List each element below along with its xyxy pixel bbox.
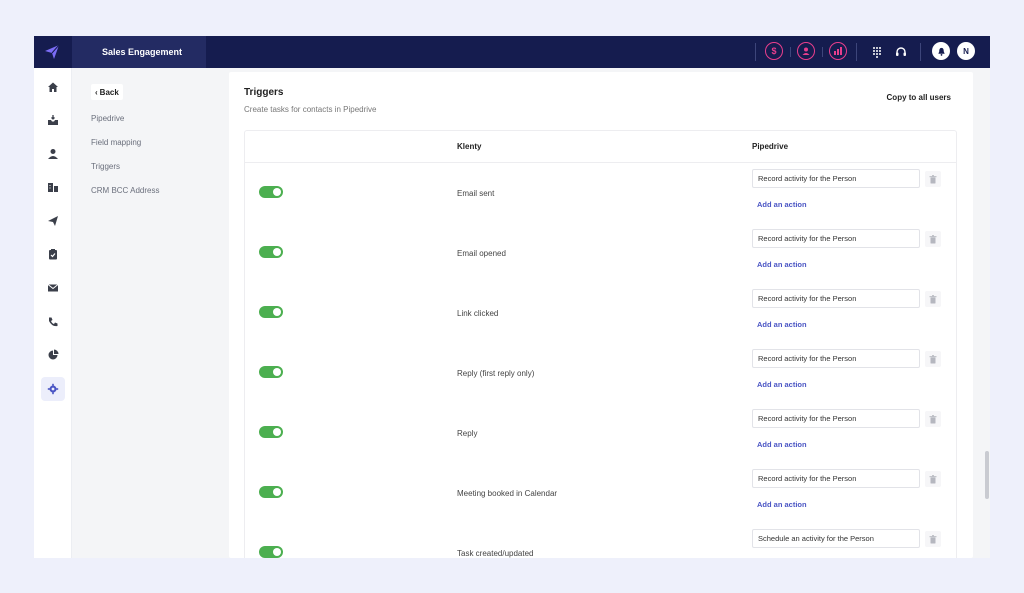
person-icon[interactable] <box>41 142 65 166</box>
buildings-icon[interactable] <box>41 175 65 199</box>
inbox-icon[interactable] <box>41 108 65 132</box>
scrollbar[interactable] <box>984 68 990 558</box>
add-action-link[interactable]: Add an action <box>757 500 807 509</box>
trigger-label: Link clicked <box>457 309 499 318</box>
submenu-item-pipedrive[interactable]: Pipedrive <box>91 114 124 123</box>
settings-submenu: ‹ Back Pipedrive Field mapping Triggers … <box>72 68 229 558</box>
trigger-toggle[interactable] <box>259 546 283 558</box>
divider <box>755 43 756 61</box>
trash-icon[interactable] <box>925 471 941 487</box>
avatar[interactable]: N <box>957 42 975 60</box>
add-action-link[interactable]: Add an action <box>757 200 807 209</box>
dialpad-icon[interactable] <box>870 44 884 60</box>
toggle-knob <box>273 248 281 256</box>
toggle-knob <box>273 488 281 496</box>
bell-icon[interactable] <box>932 42 950 60</box>
copy-to-all-users-button[interactable]: Copy to all users <box>880 87 957 107</box>
trigger-toggle[interactable] <box>259 486 283 498</box>
gear-icon[interactable] <box>41 377 65 401</box>
phone-icon[interactable] <box>41 310 65 334</box>
trash-icon[interactable] <box>925 351 941 367</box>
pipedrive-action-select[interactable]: Schedule an activity for the Person <box>752 529 920 548</box>
send-icon[interactable] <box>41 209 65 233</box>
trigger-toggle[interactable] <box>259 366 283 378</box>
triggers-panel: Triggers Create tasks for contacts in Pi… <box>229 72 973 558</box>
trash-icon[interactable] <box>925 531 941 547</box>
trigger-label: Email opened <box>457 249 506 258</box>
table-row: Email opened Record activity for the Pers… <box>245 223 956 283</box>
trigger-label: Reply <box>457 429 478 438</box>
divider <box>822 47 823 57</box>
divider <box>856 43 857 61</box>
pipedrive-action-select[interactable]: Record activity for the Person <box>752 349 920 368</box>
pipedrive-action-select[interactable]: Record activity for the Person <box>752 229 920 248</box>
nav-rail <box>34 68 72 558</box>
trigger-toggle[interactable] <box>259 426 283 438</box>
submenu-item-crm-bcc[interactable]: CRM BCC Address <box>91 186 159 195</box>
add-action-link[interactable]: Add an action <box>757 320 807 329</box>
top-bar: Sales Engagement $ N <box>34 36 990 68</box>
add-action-link[interactable]: Add an action <box>757 380 807 389</box>
toggle-knob <box>273 548 281 556</box>
page-subtitle: Create tasks for contacts in Pipedrive <box>244 105 377 114</box>
toggle-knob <box>273 368 281 376</box>
table-row: Email sent Record activity for the Person… <box>245 163 956 223</box>
trash-icon[interactable] <box>925 231 941 247</box>
trash-icon[interactable] <box>925 171 941 187</box>
app-tab-label: Sales Engagement <box>102 47 183 57</box>
back-label: Back <box>99 87 119 97</box>
table-row: Link clicked Record activity for the Pers… <box>245 283 956 343</box>
trigger-label: Reply (first reply only) <box>457 369 535 378</box>
table-row: Reply (first reply only) Record activity … <box>245 343 956 403</box>
pipedrive-action-select[interactable]: Record activity for the Person <box>752 409 920 428</box>
trigger-label: Email sent <box>457 189 495 198</box>
trigger-label: Task created/updated <box>457 549 534 558</box>
page-title: Triggers <box>244 87 284 98</box>
table-row: Meeting booked in Calendar Record activit… <box>245 463 956 523</box>
toggle-knob <box>273 428 281 436</box>
submenu-item-field-mapping[interactable]: Field mapping <box>91 138 141 147</box>
trash-icon[interactable] <box>925 291 941 307</box>
dollar-icon[interactable]: $ <box>765 42 783 60</box>
trigger-toggle[interactable] <box>259 306 283 318</box>
back-button[interactable]: ‹ Back <box>91 84 123 100</box>
toggle-knob <box>273 188 281 196</box>
table-row: Reply Record activity for the Person Add a… <box>245 403 956 463</box>
mail-icon[interactable] <box>41 276 65 300</box>
column-header-pipedrive: Pipedrive <box>752 142 789 151</box>
home-icon[interactable] <box>41 75 65 99</box>
pipedrive-action-select[interactable]: Record activity for the Person <box>752 169 920 188</box>
headset-icon[interactable] <box>894 44 908 60</box>
pie-chart-icon[interactable] <box>41 343 65 367</box>
pipedrive-action-select[interactable]: Record activity for the Person <box>752 469 920 488</box>
clipboard-icon[interactable] <box>41 242 65 266</box>
triggers-table: Klenty Pipedrive Email sent Record activi… <box>244 130 957 558</box>
logo-icon[interactable] <box>34 36 70 68</box>
chevron-left-icon: ‹ <box>95 87 98 97</box>
trigger-toggle[interactable] <box>259 186 283 198</box>
divider <box>920 43 921 61</box>
trigger-label: Meeting booked in Calendar <box>457 489 558 498</box>
scrollbar-thumb[interactable] <box>985 451 989 499</box>
pipedrive-action-select[interactable]: Record activity for the Person <box>752 289 920 308</box>
column-header-klenty: Klenty <box>457 142 482 151</box>
submenu-item-triggers[interactable]: Triggers <box>91 162 120 171</box>
chart-icon[interactable] <box>829 42 847 60</box>
table-row: Task created/updated Schedule an activity… <box>245 523 956 558</box>
app-window: Sales Engagement $ N ‹ Back Pipedrive Fi… <box>34 36 990 558</box>
avatar-initial: N <box>963 46 969 56</box>
divider <box>790 47 791 57</box>
toggle-knob <box>273 308 281 316</box>
trigger-toggle[interactable] <box>259 246 283 258</box>
trash-icon[interactable] <box>925 411 941 427</box>
add-action-link[interactable]: Add an action <box>757 260 807 269</box>
user-icon[interactable] <box>797 42 815 60</box>
add-action-link[interactable]: Add an action <box>757 440 807 449</box>
app-tab-sales-engagement[interactable]: Sales Engagement <box>72 36 206 68</box>
